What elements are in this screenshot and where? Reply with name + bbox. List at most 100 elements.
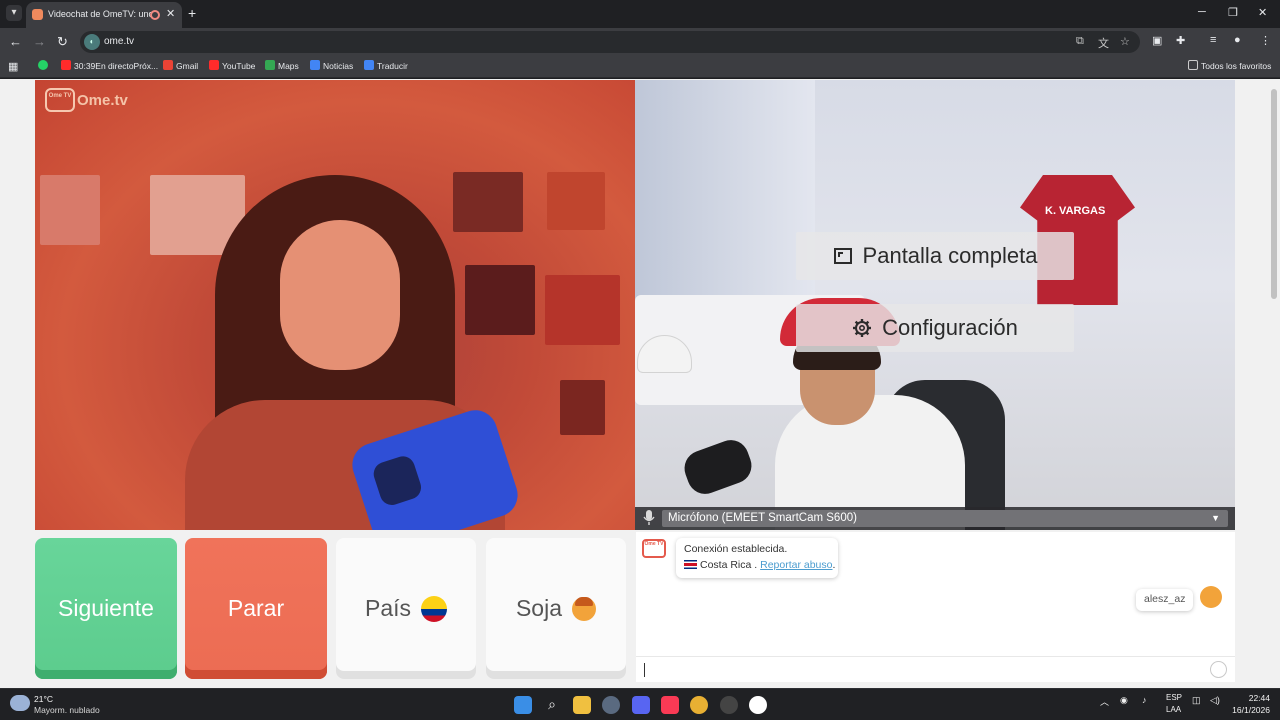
settings-app-icon[interactable]	[602, 696, 620, 714]
wifi-icon[interactable]: ◫	[1192, 695, 1201, 706]
reload-icon[interactable]: ↻	[57, 34, 68, 50]
fullscreen-button[interactable]: Pantalla completa	[796, 232, 1074, 280]
hidden-icons-chevron-icon[interactable]: ︿	[1100, 695, 1109, 708]
volume-icon[interactable]: ◁)	[1210, 695, 1220, 706]
microphone-select-value: Micrófono (EMEET SmartCam S600)	[668, 512, 857, 524]
settings-button[interactable]: Configuración	[796, 304, 1074, 352]
system-message: Conexión establecida. Costa Rica . Repor…	[676, 538, 838, 578]
gmail-icon	[163, 60, 173, 70]
close-window-icon[interactable]: ✕	[1258, 6, 1267, 19]
close-tab-icon[interactable]: ✕	[166, 7, 175, 20]
bookmark-live[interactable]: 30:39En directoPróx...	[61, 60, 158, 71]
network-app-icon[interactable]: ◉	[1120, 695, 1128, 706]
wall-art	[465, 265, 535, 335]
clock-date[interactable]: 16/1/2026	[1226, 705, 1270, 715]
jersey-name: K. VARGAS	[1045, 205, 1106, 217]
settings-label: Configuración	[882, 315, 1018, 340]
restore-icon[interactable]: ❐	[1228, 6, 1238, 19]
fullscreen-label: Pantalla completa	[862, 243, 1038, 268]
whatsapp-icon	[38, 60, 48, 70]
page-scrollbar[interactable]	[1268, 79, 1280, 688]
tv-logo-icon: Ome TV	[45, 88, 75, 112]
stop-button[interactable]: Parar	[185, 538, 327, 679]
wall-art	[547, 172, 605, 230]
media-control-icon[interactable]: ≡	[1210, 34, 1216, 46]
search-icon[interactable]: ⌕	[543, 696, 561, 714]
all-bookmarks-folder[interactable]: Todos los favoritos	[1188, 60, 1271, 71]
logo-text: Ome.tv	[77, 91, 128, 109]
file-explorer-icon[interactable]	[573, 696, 591, 714]
new-tab-button[interactable]: +	[188, 5, 196, 21]
ometv-logo: Ome TV Ome.tv	[45, 88, 128, 112]
desk-microphone	[679, 435, 757, 499]
install-app-icon[interactable]: ⧉	[1076, 35, 1084, 48]
bookmark-maps[interactable]: Maps	[265, 60, 299, 71]
whatsapp-bookmark[interactable]	[38, 60, 51, 71]
bookmark-gmail[interactable]: Gmail	[163, 60, 198, 71]
stranger-video: Ome TV Ome.tv	[35, 80, 635, 530]
chevron-down-icon: ▼	[1211, 513, 1220, 523]
user-message: alesz_az	[1136, 589, 1194, 611]
steam-icon[interactable]	[720, 696, 738, 714]
country-filter-button[interactable]: País	[336, 538, 476, 679]
apps-grid-icon[interactable]: ▦	[8, 60, 18, 73]
translate-icon	[364, 60, 374, 70]
youtube-icon	[61, 60, 71, 70]
windows-start-icon[interactable]	[514, 696, 532, 714]
emoji-picker-icon[interactable]	[1210, 661, 1227, 678]
more-menu-icon[interactable]: ⋮	[1260, 34, 1271, 47]
cloud-icon[interactable]	[10, 695, 30, 711]
boy-emoji-icon	[572, 596, 597, 621]
tab-search-button[interactable]: ▾	[6, 5, 22, 21]
back-icon[interactable]: ←	[9, 34, 22, 49]
wall-art	[545, 275, 620, 345]
youtube-icon	[209, 60, 219, 70]
extension-icon[interactable]: ▣	[1152, 34, 1162, 47]
next-button[interactable]: Siguiente	[35, 538, 177, 679]
chrome-icon[interactable]	[690, 696, 708, 714]
microphone-tray-icon[interactable]: ♪	[1142, 695, 1147, 705]
forward-icon[interactable]: →	[33, 34, 46, 49]
folder-icon	[1188, 60, 1198, 70]
browser-tab-bar: ▾ Videochat de OmeTV: uno a ✕ + ─ ❐ ✕	[0, 0, 1280, 28]
wall-art	[453, 172, 523, 232]
extensions-puzzle-icon[interactable]: ✚	[1176, 34, 1185, 47]
media-player-icon[interactable]	[749, 696, 767, 714]
scroll-thumb[interactable]	[1271, 89, 1277, 299]
colombia-flag-icon	[421, 595, 448, 622]
translate-icon[interactable]: 文	[1098, 35, 1109, 51]
microphone-select[interactable]: Micrófono (EMEET SmartCam S600) ▼	[662, 510, 1228, 527]
wall-art	[40, 175, 100, 245]
ometv-chat-logo-icon: Ome TV	[642, 539, 666, 558]
address-bar[interactable]: ◐ ome.tv ⧉ 文 ☆	[80, 31, 1140, 53]
windows-taskbar: 21°C Mayorm. nublado ⌕ ︿ ◉ ♪ ESP LAA ◫ ◁…	[0, 688, 1280, 720]
report-abuse-link[interactable]: Reportar abuso	[760, 559, 832, 571]
gender-filter-button[interactable]: Soja	[486, 538, 626, 679]
profile-avatar-icon[interactable]: ●	[1234, 34, 1241, 46]
wall-art	[560, 380, 605, 435]
fullscreen-icon	[833, 248, 852, 264]
tab-title: Videochat de OmeTV: uno a	[48, 9, 152, 19]
minimize-icon[interactable]: ─	[1198, 6, 1206, 18]
discord-icon[interactable]	[632, 696, 650, 714]
stop-label: Parar	[227, 595, 285, 621]
self-video: K. VARGAS Pantalla completa Configuració…	[635, 80, 1235, 530]
clock-time[interactable]: 22:44	[1236, 693, 1270, 703]
music-app-icon[interactable]	[661, 696, 679, 714]
browser-tab[interactable]: Videochat de OmeTV: uno a ✕	[26, 2, 182, 28]
bookmark-noticias[interactable]: Noticias	[310, 60, 353, 71]
report-suffix: .	[832, 559, 836, 571]
keyboard-layout[interactable]: LAA	[1166, 705, 1181, 714]
bookmark-star-icon[interactable]: ☆	[1120, 35, 1130, 48]
news-icon	[310, 60, 320, 70]
country-line: Costa Rica . Reportar abuso.	[684, 559, 835, 571]
chat-input[interactable]	[636, 656, 1235, 682]
site-info-icon[interactable]: ◐	[84, 34, 100, 50]
recording-indicator-icon	[150, 10, 160, 20]
bookmark-youtube[interactable]: YouTube	[209, 60, 255, 71]
language-code[interactable]: ESP	[1166, 693, 1182, 702]
next-label: Siguiente	[58, 595, 154, 621]
bookmark-traducir[interactable]: Traducir	[364, 60, 408, 71]
ometv-page: Ome TV Ome.tv K. VARGAS Pantalla completa…	[0, 79, 1280, 688]
user-avatar-icon	[1200, 586, 1222, 608]
